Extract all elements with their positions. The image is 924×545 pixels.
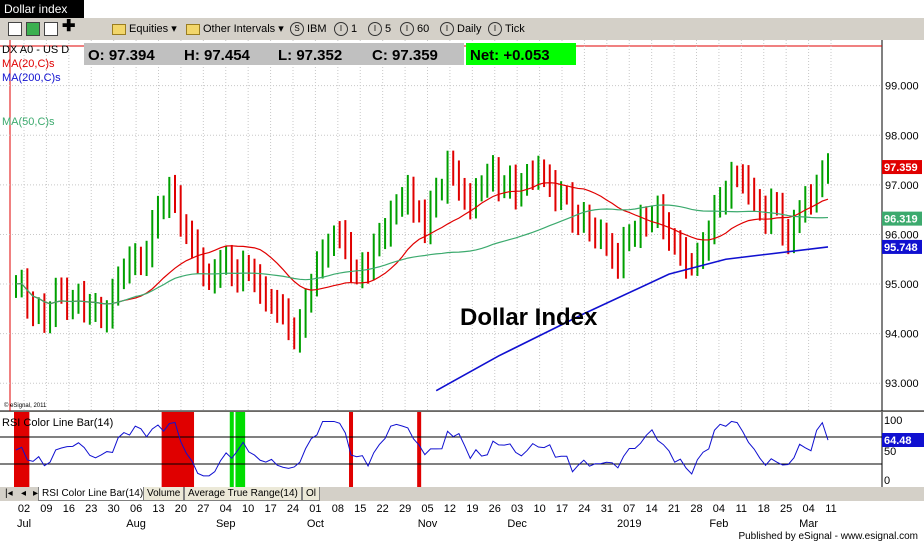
x-tick-day: 04 bbox=[220, 503, 232, 515]
x-tick-day: 19 bbox=[466, 503, 478, 515]
legend-ma20: MA(20,C)s bbox=[2, 58, 55, 70]
x-tick-day: 06 bbox=[130, 503, 142, 515]
rsi-value: 64.48 bbox=[884, 435, 912, 447]
x-tick-day: 30 bbox=[108, 503, 120, 515]
x-tick-month: Aug bbox=[126, 518, 146, 530]
tab-prev-icon[interactable]: |◂ bbox=[2, 487, 16, 500]
rsi-label: RSI Color Line Bar(14) bbox=[2, 417, 113, 429]
last-price-label: 97.359 bbox=[884, 162, 918, 174]
x-tick-month: 2019 bbox=[617, 518, 641, 530]
x-tick-day: 15 bbox=[354, 503, 366, 515]
x-tick-day: 02 bbox=[18, 503, 30, 515]
rsi-signal-band bbox=[161, 412, 195, 487]
y-tick-label: 99.000 bbox=[885, 81, 919, 93]
x-tick-day: 21 bbox=[668, 503, 680, 515]
rsi-tick-100: 100 bbox=[884, 415, 902, 427]
rsi-tick-0: 0 bbox=[884, 475, 890, 487]
tab-volume[interactable]: Volume bbox=[143, 487, 185, 501]
rsi-signal-band bbox=[235, 412, 246, 487]
y-tick-label: 96.000 bbox=[885, 229, 919, 241]
x-tick-day: 14 bbox=[646, 503, 658, 515]
x-tick-day: 18 bbox=[758, 503, 770, 515]
y-tick-label: 97.000 bbox=[885, 180, 919, 192]
legend-ma50: MA(50,C)s bbox=[2, 116, 55, 128]
x-tick-day: 09 bbox=[40, 503, 52, 515]
x-tick-day: 04 bbox=[802, 503, 814, 515]
chart-annotation: Dollar Index bbox=[460, 304, 598, 331]
rsi-signal-band bbox=[229, 412, 234, 487]
y-tick-label: 95.000 bbox=[885, 279, 919, 291]
rsi-panel bbox=[0, 412, 882, 487]
x-tick-day: 01 bbox=[309, 503, 321, 515]
x-tick-day: 13 bbox=[152, 503, 164, 515]
y-tick-label: 98.000 bbox=[885, 130, 919, 142]
x-tick-day: 27 bbox=[197, 503, 209, 515]
x-tick-day: 25 bbox=[780, 503, 792, 515]
quote-high: H: 97.454 bbox=[184, 47, 251, 64]
quote-close: C: 97.359 bbox=[372, 47, 438, 64]
quote-net: Net: +0.053 bbox=[470, 47, 550, 64]
x-tick-day: 16 bbox=[63, 503, 75, 515]
x-tick-month: Sep bbox=[216, 518, 236, 530]
legend-ma200: MA(200,C)s bbox=[2, 72, 61, 84]
x-tick-month: Nov bbox=[418, 518, 438, 530]
copyright: © eSignal, 2011 bbox=[4, 402, 47, 409]
quote-open: O: 97.394 bbox=[88, 47, 155, 64]
x-tick-day: 22 bbox=[377, 503, 389, 515]
rsi-tick-50: 50 bbox=[884, 446, 896, 458]
x-tick-month: Oct bbox=[307, 518, 324, 530]
x-tick-day: 20 bbox=[175, 503, 187, 515]
x-tick-month: Feb bbox=[709, 518, 728, 530]
x-tick-day: 11 bbox=[825, 503, 836, 515]
price-chart[interactable]: 93.000 94.000 95.000 96.000 97.000 98.000 99.0… bbox=[0, 0, 924, 545]
x-tick-month: Dec bbox=[507, 518, 527, 530]
x-tick-day: 04 bbox=[713, 503, 725, 515]
tab-ol[interactable]: Ol bbox=[302, 487, 320, 501]
indicator-tab-bar: |◂ ◂ ▸ RSI Color Line Bar(14) Volume Ave… bbox=[0, 487, 924, 501]
tab-rsi[interactable]: RSI Color Line Bar(14) bbox=[38, 487, 148, 501]
x-tick-day: 07 bbox=[623, 503, 635, 515]
x-tick-day: 10 bbox=[242, 503, 254, 515]
y-tick-label: 93.000 bbox=[885, 378, 919, 390]
x-tick-day: 03 bbox=[511, 503, 523, 515]
tab-scroll-left-icon[interactable]: ◂ bbox=[18, 487, 29, 500]
x-tick-month: Mar bbox=[799, 518, 818, 530]
x-tick-day: 17 bbox=[556, 503, 568, 515]
x-tick-day: 29 bbox=[399, 503, 411, 515]
quote-low: L: 97.352 bbox=[278, 47, 342, 64]
x-tick-month: Jul bbox=[17, 518, 31, 530]
x-tick-day: 24 bbox=[287, 503, 299, 515]
x-tick-day: 26 bbox=[489, 503, 501, 515]
x-tick-day: 05 bbox=[421, 503, 433, 515]
price-panel bbox=[0, 40, 924, 411]
x-tick-day: 17 bbox=[264, 503, 276, 515]
x-tick-day: 08 bbox=[332, 503, 344, 515]
x-tick-day: 24 bbox=[578, 503, 590, 515]
tab-atr[interactable]: Average True Range(14) bbox=[184, 487, 302, 501]
footer-published: Published by eSignal - www.esignal.com bbox=[738, 531, 918, 542]
ma50-price-label: 96.319 bbox=[884, 214, 918, 226]
x-tick-day: 31 bbox=[601, 503, 613, 515]
x-tick-day: 10 bbox=[533, 503, 545, 515]
x-tick-day: 23 bbox=[85, 503, 97, 515]
rsi-signal-band bbox=[417, 412, 422, 487]
x-tick-day: 12 bbox=[444, 503, 456, 515]
ma200-price-label: 95.748 bbox=[884, 242, 918, 254]
x-tick-day: 28 bbox=[690, 503, 702, 515]
legend-symbol: DX A0 - US D bbox=[2, 44, 69, 56]
x-tick-day: 11 bbox=[736, 503, 747, 515]
y-tick-label: 94.000 bbox=[885, 329, 919, 341]
